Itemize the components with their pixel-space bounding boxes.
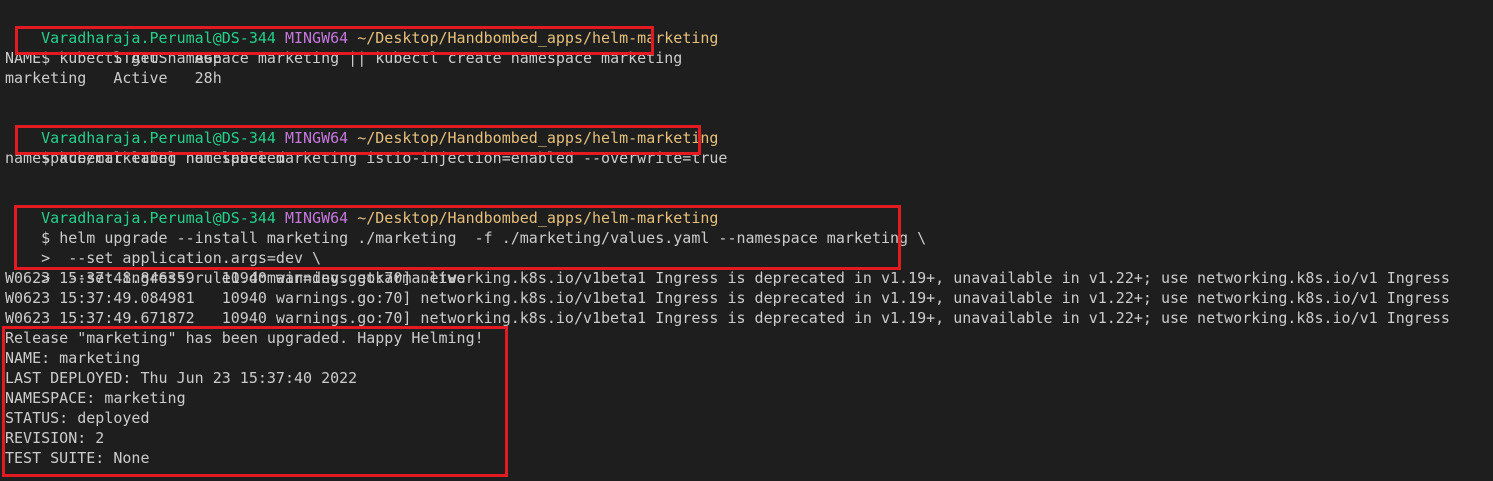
prompt-line: Varadharaja.Perumal@DS-344 MINGW64 ~/Des… xyxy=(5,8,718,47)
output-line: namespace/marketing not labeled xyxy=(5,149,285,167)
result-line: STATUS: deployed xyxy=(5,409,150,427)
command-continuation-line[interactable]: > --set ingress.rule1.domain=dev.getkarm… xyxy=(5,248,465,287)
output-line: NAME STATUS AGE xyxy=(5,49,222,67)
command-line[interactable]: $ kubectl get namespace marketing || kub… xyxy=(5,28,682,67)
warning-line: W0623 15:37:49.084981 10940 warnings.go:… xyxy=(5,289,1450,307)
terminal-window[interactable]: Varadharaja.Perumal@DS-344 MINGW64 ~/Des… xyxy=(0,0,1493,481)
warning-line: W0623 15:37:48.846359 10940 warnings.go:… xyxy=(5,269,1450,287)
command-line[interactable]: $ kubectl label namespace marketing isti… xyxy=(5,128,727,167)
result-line: Release "marketing" has been upgraded. H… xyxy=(5,329,484,347)
result-line: TEST SUITE: None xyxy=(5,449,150,467)
command-continuation-line[interactable]: > --set application.args=dev \ xyxy=(5,228,321,267)
output-line: marketing Active 28h xyxy=(5,69,222,87)
result-line: NAME: marketing xyxy=(5,349,141,367)
warning-line: W0623 15:37:49.671872 10940 warnings.go:… xyxy=(5,309,1450,327)
prompt-line: Varadharaja.Perumal@DS-344 MINGW64 ~/Des… xyxy=(5,188,718,227)
result-line: LAST DEPLOYED: Thu Jun 23 15:37:40 2022 xyxy=(5,369,358,387)
command-line[interactable]: $ helm upgrade --install marketing ./mar… xyxy=(5,208,926,247)
prompt-line: Varadharaja.Perumal@DS-344 MINGW64 ~/Des… xyxy=(5,108,718,147)
result-line: NAMESPACE: marketing xyxy=(5,389,186,407)
result-line: REVISION: 2 xyxy=(5,429,105,447)
